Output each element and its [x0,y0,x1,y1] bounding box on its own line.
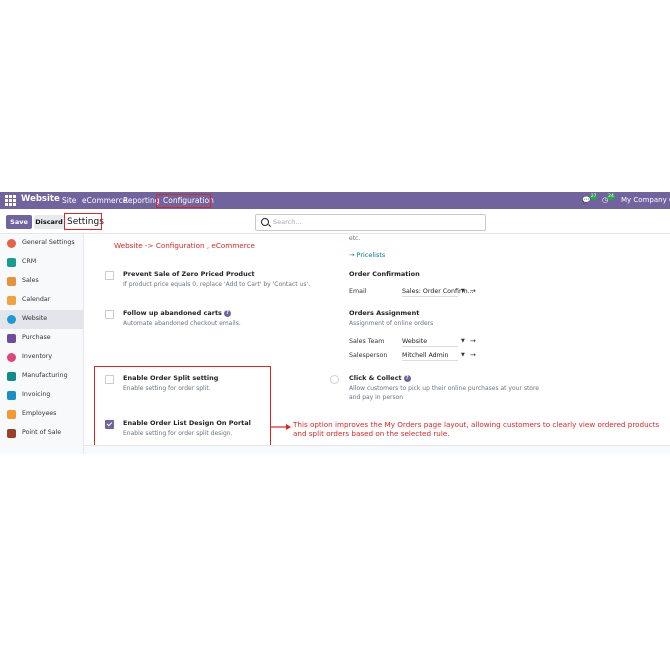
sidebar-item-sales[interactable]: Sales [0,272,83,291]
help-icon[interactable]: ? [223,309,231,317]
point-of-sale-icon [7,429,16,438]
sidebar-item-label: Invoicing [22,391,51,398]
external-link-arrow-icon[interactable]: → [470,287,476,296]
pricelists-link[interactable]: → Pricelists [349,251,385,260]
chevron-down-icon[interactable]: ▼ [461,351,465,360]
abandoned-carts-title: Follow up abandoned carts? [123,309,231,318]
employees-icon [7,410,16,419]
email-template-select[interactable]: Sales: Order Confirm... [402,287,474,297]
top-navbar: Website Site eCommerce Reporting Configu… [0,192,670,209]
sales-team-label: Sales Team [349,338,385,345]
save-button[interactable]: Save [6,215,32,229]
sidebar-item-label: Inventory [22,353,53,360]
orders-assignment-title: Orders Assignment [349,309,420,317]
salesperson-select[interactable]: Mitchell Admin [402,351,458,361]
sidebar-item-crm[interactable]: CRM [0,253,83,272]
zero-price-desc: If product price equals 0, replace 'Add … [123,281,310,288]
explanation-annotation-line-2: and split orders based on the selected r… [293,429,450,438]
calendar-icon [7,296,16,305]
zero-price-checkbox[interactable] [105,271,114,280]
manufacturing-icon [7,372,16,381]
configuration-highlight [156,194,211,208]
sales-team-select[interactable]: Website [402,337,458,347]
zero-price-title: Prevent Sale of Zero Priced Product [123,270,255,278]
control-panel: Save Discard Settings Search... [0,209,670,234]
menu-site[interactable]: Site [62,195,76,206]
sidebar-item-invoicing[interactable]: Invoicing [0,386,83,405]
sidebar-item-employees[interactable]: Employees [0,405,83,424]
sidebar-item-label: Website [22,315,48,322]
search-placeholder: Search... [273,218,302,226]
website-icon [7,315,16,324]
app-menu-icon[interactable] [5,195,16,206]
chevron-down-icon[interactable]: ▼ [461,287,465,296]
general-settings-icon [7,239,16,248]
purchase-icon [7,334,16,343]
sidebar-item-website[interactable]: Website [0,310,83,329]
settings-content: Website -> Configuration , eCommerce etc… [84,234,670,454]
click-collect-title-text: Click & Collect [349,374,402,382]
email-label: Email [349,288,367,295]
next-section-divider [84,445,670,454]
company-switcher[interactable]: My Company (Sa [621,194,670,206]
inventory-icon [7,353,16,362]
menu-reporting[interactable]: Reporting [123,195,159,206]
search-icon [261,218,269,226]
external-link-arrow-icon[interactable]: → [470,337,476,346]
settings-highlight [64,213,102,230]
activity-icon[interactable]: ◷24 [602,194,615,206]
activity-badge: 24 [607,194,615,200]
sidebar-item-label: Sales [22,277,39,284]
salesperson-label: Salesperson [349,352,388,359]
sidebar-item-label: Employees [22,410,57,417]
menu-ecommerce[interactable]: eCommerce [82,195,127,206]
abandoned-carts-title-text: Follow up abandoned carts [123,309,222,317]
sidebar-item-label: Purchase [22,334,51,341]
messages-icon[interactable]: 💬27 [582,194,598,206]
sidebar-item-label: General Settings [22,239,75,246]
sidebar-item-inventory[interactable]: Inventory [0,348,83,367]
etc-text: etc. [349,235,361,242]
abandoned-carts-desc: Automate abandoned checkout emails. [123,320,241,327]
app-title[interactable]: Website [21,194,60,205]
search-input[interactable]: Search... [255,214,486,231]
sidebar-item-point-of-sale[interactable]: Point of Sale [0,424,83,443]
sales-icon [7,277,16,286]
sidebar-item-label: Manufacturing [22,372,68,379]
invoicing-icon [7,391,16,400]
highlight-box [94,366,271,451]
screenshot: Website Site eCommerce Reporting Configu… [0,192,670,454]
chevron-down-icon[interactable]: ▼ [461,337,465,346]
click-collect-desc: Allow customers to pick up their online … [349,385,539,392]
external-link-arrow-icon[interactable]: → [470,351,476,360]
messages-badge: 27 [589,194,598,200]
crm-icon [7,258,16,267]
explanation-annotation-line-1: This option improves the My Orders page … [293,420,660,429]
abandoned-carts-checkbox[interactable] [105,310,114,319]
order-confirmation-title: Order Confirmation [349,270,420,278]
sidebar-item-general-settings[interactable]: General Settings [0,234,83,253]
sidebar-item-label: Calendar [22,296,51,303]
sidebar-item-manufacturing[interactable]: Manufacturing [0,367,83,386]
help-icon[interactable]: ? [403,374,411,382]
sidebar-item-label: CRM [22,258,37,265]
click-collect-desc-2: and pay in person [349,394,404,401]
orders-assignment-desc: Assignment of online orders [349,320,434,327]
click-collect-toggle[interactable] [330,375,339,384]
path-annotation: Website -> Configuration , eCommerce [114,241,255,250]
click-collect-title: Click & Collect? [349,374,411,383]
sidebar-item-purchase[interactable]: Purchase [0,329,83,348]
annotation-arrow-icon [271,424,291,430]
sidebar-item-label: Point of Sale [22,429,62,436]
settings-sidebar: General Settings CRM Sales Calendar Webs… [0,234,84,454]
sidebar-item-calendar[interactable]: Calendar [0,291,83,310]
discard-button[interactable]: Discard [34,215,64,229]
